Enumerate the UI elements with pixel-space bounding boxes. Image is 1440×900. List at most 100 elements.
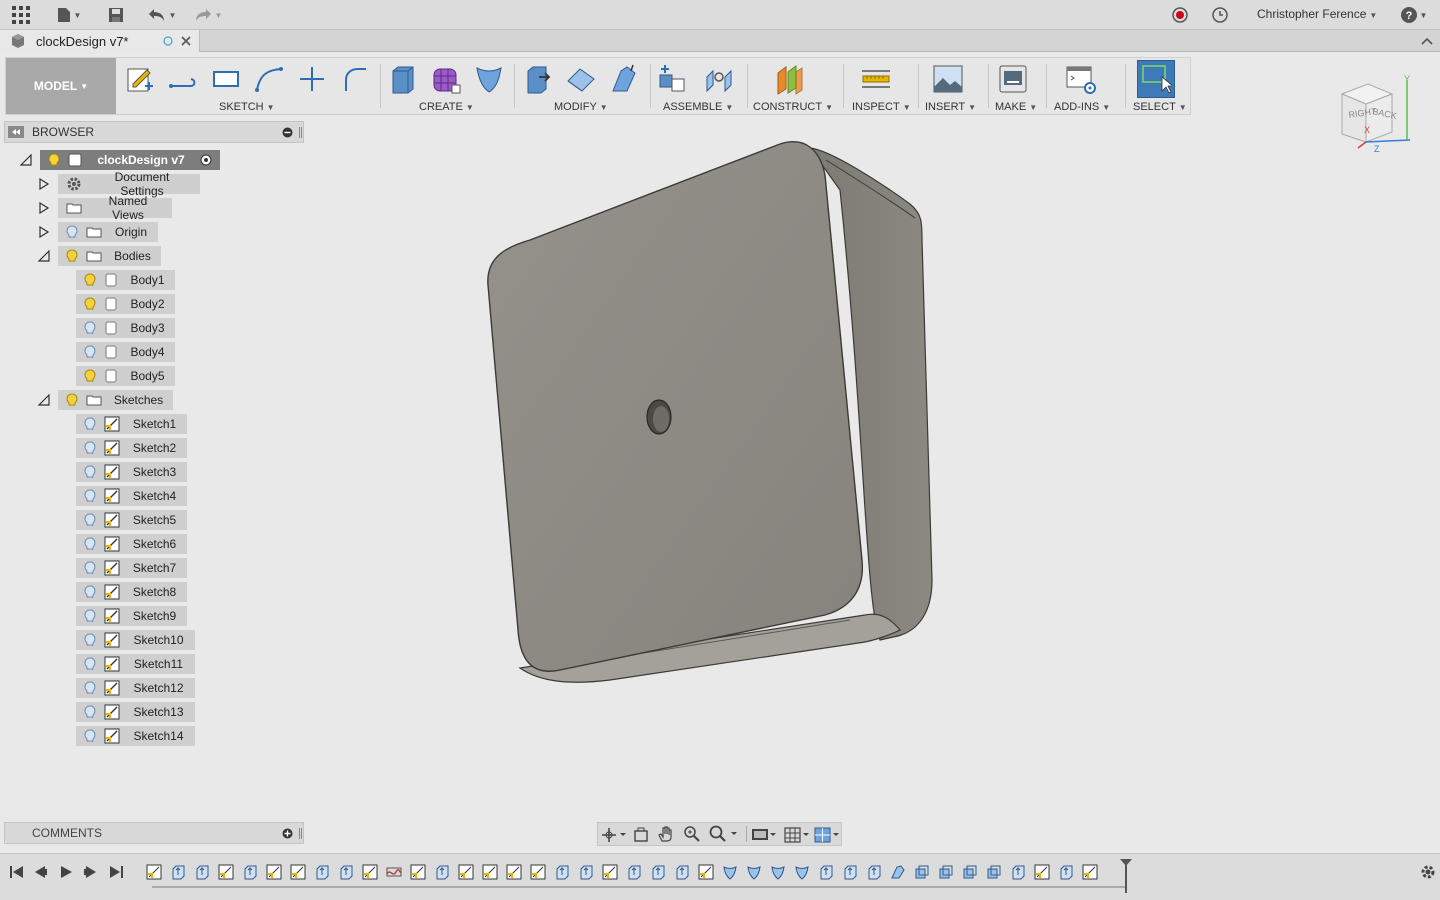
measure-button[interactable] bbox=[859, 62, 893, 96]
file-menu-button[interactable]: ▼ bbox=[54, 4, 84, 26]
timeline-sketch-icon[interactable] bbox=[530, 864, 546, 880]
undo-button[interactable]: ▼ bbox=[144, 4, 180, 26]
rectangle-tool-button[interactable] bbox=[209, 62, 243, 96]
visibility-bulb-icon[interactable] bbox=[84, 537, 96, 551]
offset-plane-button[interactable] bbox=[773, 62, 807, 96]
timeline-extrude-icon[interactable] bbox=[434, 864, 450, 880]
visibility-bulb-icon[interactable] bbox=[84, 417, 96, 431]
visibility-bulb-icon[interactable] bbox=[84, 273, 96, 287]
collapse-triangle-icon[interactable] bbox=[37, 249, 50, 265]
modify-group-menu[interactable]: MODIFY ▼ bbox=[554, 101, 608, 113]
timeline-extrude-icon[interactable] bbox=[314, 864, 330, 880]
timeline-sketch-icon[interactable] bbox=[218, 864, 234, 880]
visibility-bulb-icon[interactable] bbox=[84, 609, 96, 623]
display-settings-icon[interactable] bbox=[750, 826, 780, 844]
visibility-bulb-icon[interactable] bbox=[84, 513, 96, 527]
orbit-icon[interactable] bbox=[600, 826, 626, 844]
visibility-bulb-icon[interactable] bbox=[84, 585, 96, 599]
timeline-extrude-icon[interactable] bbox=[170, 864, 186, 880]
timeline-extrude-icon[interactable] bbox=[554, 864, 570, 880]
workspace-model-button[interactable]: MODEL ▼ bbox=[6, 58, 116, 114]
visibility-bulb-icon[interactable] bbox=[66, 225, 78, 239]
record-icon[interactable] bbox=[1170, 4, 1190, 26]
patch-button[interactable] bbox=[472, 62, 506, 96]
go-to-end-icon[interactable] bbox=[108, 864, 124, 880]
timeline-sketch-icon[interactable] bbox=[362, 864, 378, 880]
expand-triangle-icon[interactable] bbox=[38, 225, 50, 241]
point-tool-button[interactable] bbox=[295, 62, 329, 96]
sketch-group-menu[interactable]: SKETCH ▼ bbox=[219, 101, 275, 113]
timeline-sketch-icon[interactable] bbox=[602, 864, 618, 880]
timeline-extrude-icon[interactable] bbox=[1010, 864, 1026, 880]
collapse-triangle-icon[interactable] bbox=[37, 393, 50, 409]
select-button[interactable] bbox=[1137, 60, 1175, 98]
timeline-extrude-icon[interactable] bbox=[194, 864, 210, 880]
step-back-icon[interactable] bbox=[33, 864, 49, 880]
collapse-triangle-icon[interactable] bbox=[19, 153, 32, 169]
timeline-box-icon[interactable] bbox=[914, 864, 930, 880]
fillet-sketch-button[interactable] bbox=[338, 62, 372, 96]
timeline-extrude-icon[interactable] bbox=[338, 864, 354, 880]
line-tool-button[interactable] bbox=[166, 62, 200, 96]
redo-button[interactable]: ▼ bbox=[190, 4, 226, 26]
timeline-extrude-icon[interactable] bbox=[1058, 864, 1074, 880]
document-tab[interactable]: clockDesign v7* bbox=[0, 30, 200, 52]
timeline-sketch-icon[interactable] bbox=[482, 864, 498, 880]
spline-tool-button[interactable] bbox=[252, 62, 286, 96]
inspect-group-menu[interactable]: INSPECT ▼ bbox=[852, 101, 911, 113]
insert-group-menu[interactable]: INSERT ▼ bbox=[925, 101, 976, 113]
visibility-bulb-icon[interactable] bbox=[66, 249, 78, 263]
viewports-icon[interactable] bbox=[813, 826, 843, 844]
zoom-window-icon[interactable] bbox=[683, 825, 701, 843]
visibility-bulb-icon[interactable] bbox=[84, 561, 96, 575]
step-forward-icon[interactable] bbox=[82, 864, 98, 880]
timeline-patch-icon[interactable] bbox=[722, 864, 738, 880]
browser-panel-header[interactable]: BROWSER bbox=[4, 121, 304, 143]
activate-radio-icon[interactable] bbox=[200, 154, 212, 166]
timeline-extrude-icon[interactable] bbox=[842, 864, 858, 880]
scripts-addins-button[interactable] bbox=[1064, 62, 1098, 96]
visibility-bulb-icon[interactable] bbox=[84, 465, 96, 479]
zoom-menu-icon[interactable] bbox=[708, 825, 740, 843]
history-clock-icon[interactable] bbox=[1210, 4, 1230, 26]
save-button[interactable] bbox=[106, 4, 126, 26]
select-group-menu[interactable]: SELECT ▼ bbox=[1133, 101, 1187, 113]
timeline-fit-curve-icon[interactable] bbox=[386, 864, 402, 880]
collapse-panel-icon[interactable] bbox=[8, 126, 24, 138]
visibility-bulb-icon[interactable] bbox=[48, 153, 60, 167]
timeline-sketch-icon[interactable] bbox=[266, 864, 282, 880]
browser-options-icon[interactable] bbox=[282, 127, 293, 138]
timeline-extrude-icon[interactable] bbox=[626, 864, 642, 880]
assemble-group-menu[interactable]: ASSEMBLE ▼ bbox=[663, 101, 733, 113]
expand-triangle-icon[interactable] bbox=[38, 201, 50, 217]
visibility-bulb-icon[interactable] bbox=[84, 729, 96, 743]
timeline-extrude-icon[interactable] bbox=[674, 864, 690, 880]
timeline-extrude-icon[interactable] bbox=[650, 864, 666, 880]
timeline-sketch-icon[interactable] bbox=[410, 864, 426, 880]
close-tab-icon[interactable] bbox=[181, 36, 191, 46]
timeline-marker-icon[interactable] bbox=[1119, 858, 1133, 894]
visibility-bulb-icon[interactable] bbox=[84, 321, 96, 335]
panel-resize-handle[interactable] bbox=[299, 828, 302, 839]
play-icon[interactable] bbox=[58, 864, 74, 880]
extrude-button[interactable] bbox=[386, 62, 420, 96]
visibility-bulb-icon[interactable] bbox=[84, 633, 96, 647]
addins-group-menu[interactable]: ADD-INS ▼ bbox=[1054, 101, 1110, 113]
create-sketch-button[interactable] bbox=[123, 62, 157, 96]
timeline-extrude-icon[interactable] bbox=[866, 864, 882, 880]
form-button[interactable] bbox=[429, 62, 463, 96]
timeline-sketch-icon[interactable] bbox=[146, 864, 162, 880]
make-group-menu[interactable]: MAKE ▼ bbox=[995, 101, 1037, 113]
help-button[interactable]: ? ▼ bbox=[1398, 4, 1430, 26]
visibility-bulb-icon[interactable] bbox=[84, 657, 96, 671]
visibility-bulb-icon[interactable] bbox=[66, 393, 78, 407]
visibility-bulb-icon[interactable] bbox=[84, 369, 96, 383]
construct-group-menu[interactable]: CONSTRUCT ▼ bbox=[753, 101, 833, 113]
timeline-box-icon[interactable] bbox=[938, 864, 954, 880]
timeline-box-icon[interactable] bbox=[962, 864, 978, 880]
timeline-sketch-icon[interactable] bbox=[1034, 864, 1050, 880]
visibility-bulb-icon[interactable] bbox=[84, 681, 96, 695]
visibility-bulb-icon[interactable] bbox=[84, 297, 96, 311]
collapse-chevron-up-icon[interactable] bbox=[1421, 36, 1433, 46]
timeline-patch-icon[interactable] bbox=[794, 864, 810, 880]
